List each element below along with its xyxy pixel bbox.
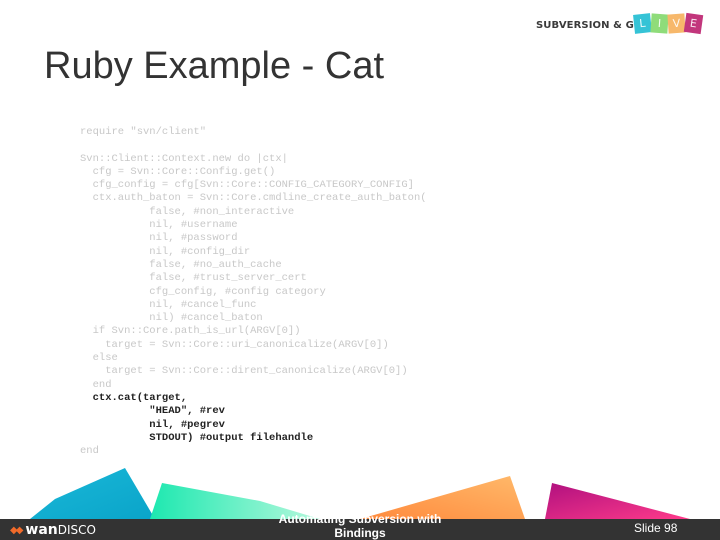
blue-shape: [30, 468, 155, 519]
live-letter-e: E: [683, 12, 704, 35]
logo-text-bold: wan: [25, 522, 58, 538]
wandisco-logo: ◆◆ wanDISCO: [10, 522, 96, 538]
presentation-title: Automating Subversion with Bindings: [278, 512, 442, 540]
slide-title: Ruby Example - Cat: [44, 45, 385, 87]
code-faded-lines: require "svn/client" Svn::Client::Contex…: [80, 126, 427, 391]
live-logo: L I V E: [633, 12, 704, 40]
live-letter-l: L: [633, 13, 652, 34]
magenta-shape: [545, 483, 690, 519]
code-block: require "svn/client" Svn::Client::Contex…: [80, 126, 427, 458]
live-letter-i: I: [650, 13, 669, 34]
slide-number: Slide 98: [634, 521, 678, 535]
code-highlighted-lines: ctx.cat(target, "HEAD", #rev nil, #pegre…: [92, 391, 314, 444]
logo-text-light: DISCO: [57, 523, 96, 537]
conference-brand-text: SUBVERSION & GIT: [536, 20, 645, 31]
wandisco-mark-icon: ◆◆: [10, 524, 23, 536]
decorative-shapes: [30, 468, 690, 519]
